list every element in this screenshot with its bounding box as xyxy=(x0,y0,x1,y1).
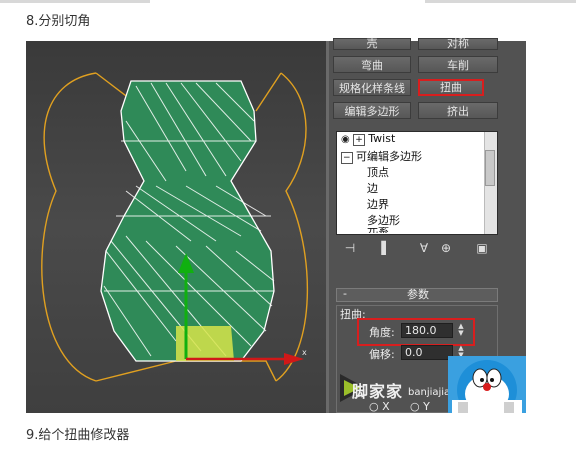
modifier-button-lathe[interactable]: 车削 xyxy=(418,56,498,73)
modifier-button-twist[interactable]: 扭曲 xyxy=(418,79,484,96)
axis-y-radio[interactable]: ○ Y xyxy=(410,400,430,413)
stack-scrollbar[interactable] xyxy=(484,132,497,234)
watermark-subtitle: banjiajia xyxy=(408,387,451,398)
make-unique-icon[interactable]: ∀ xyxy=(416,240,432,256)
avatar-image xyxy=(448,356,526,413)
modifier-button-symmetry[interactable]: 对称 xyxy=(418,38,498,50)
collapse-icon: − xyxy=(341,152,353,164)
stack-toolbar: ⊣ ▌ ∀ ⊕ ▣ xyxy=(338,240,503,258)
watermark-brand: 脚家家 xyxy=(352,382,404,401)
bias-input[interactable]: 0.0 xyxy=(401,345,453,360)
expand-icon: + xyxy=(353,134,365,146)
bias-label: 偏移: xyxy=(369,348,395,361)
gourd-model: x xyxy=(41,72,309,382)
modifier-button-bend[interactable]: 弯曲 xyxy=(333,56,411,73)
light-bulb-icon[interactable]: ◉ xyxy=(341,134,350,145)
step-heading-9: 9.给个扭曲修改器 xyxy=(26,428,130,443)
configure-sets-icon[interactable]: ▣ xyxy=(474,240,490,256)
panel-divider xyxy=(326,41,329,413)
modifier-button-extrude[interactable]: 挤出 xyxy=(418,102,498,119)
stack-item-twist[interactable]: ◉ + Twist xyxy=(341,132,395,146)
stack-item-vertex[interactable]: 顶点 xyxy=(367,164,389,180)
stack-item-element[interactable]: 元素 xyxy=(367,227,389,233)
pin-stack-icon[interactable]: ⊣ xyxy=(342,240,358,256)
modifier-button-shell[interactable]: 壳 xyxy=(333,38,411,50)
3d-viewport[interactable]: x xyxy=(26,41,326,413)
angle-highlight-box xyxy=(357,318,475,346)
modifier-stack-list[interactable]: ◉ + Twist − 可编辑多边形 顶点 边 边界 多边形 元素 xyxy=(336,131,498,235)
modifier-button-edit-poly[interactable]: 编辑多边形 xyxy=(333,102,411,119)
stack-item-border[interactable]: 边界 xyxy=(367,196,389,212)
top-separator xyxy=(0,0,576,4)
rollout-collapse-icon: - xyxy=(343,287,347,300)
modifier-button-normalize-spline[interactable]: 规格化样条线 xyxy=(333,79,411,96)
stack-item-edge[interactable]: 边 xyxy=(367,180,378,196)
svg-text:x: x xyxy=(302,348,307,357)
remove-modifier-icon[interactable]: ⊕ xyxy=(438,240,454,256)
parameters-rollout-header[interactable]: - 参数 xyxy=(336,287,498,302)
stack-item-editable-poly[interactable]: − 可编辑多边形 xyxy=(341,148,422,164)
stack-item-polygon[interactable]: 多边形 xyxy=(367,212,400,228)
step-heading-8: 8.分别切角 xyxy=(26,14,91,29)
show-end-result-icon[interactable]: ▌ xyxy=(378,240,394,256)
